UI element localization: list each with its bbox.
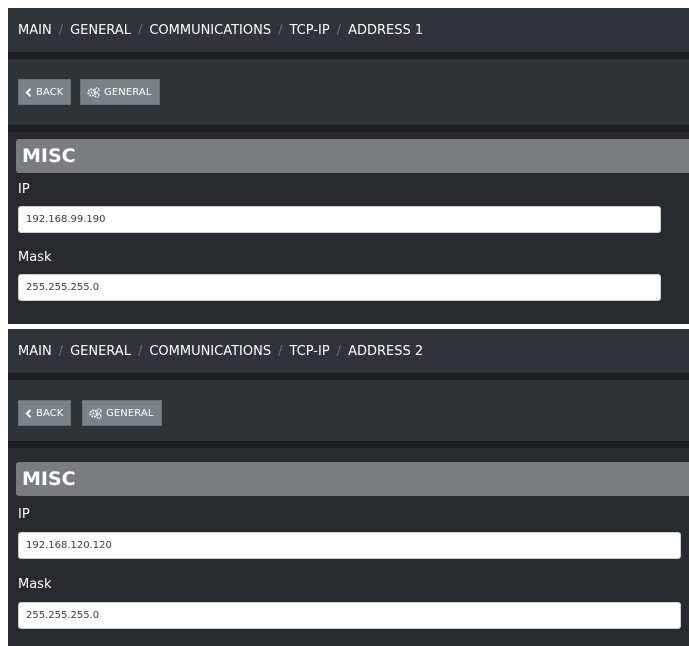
toolbar: BACK GENERAL bbox=[8, 59, 689, 125]
mask-label: Mask bbox=[18, 250, 52, 265]
divider bbox=[8, 373, 689, 380]
breadcrumb-tcp-ip[interactable]: TCP-IP bbox=[289, 23, 329, 38]
breadcrumb-separator: / bbox=[58, 343, 64, 359]
cogs-icon bbox=[89, 407, 102, 419]
breadcrumb-separator: / bbox=[137, 22, 143, 38]
divider bbox=[8, 125, 689, 132]
breadcrumb-separator: / bbox=[336, 343, 342, 359]
ip-label: IP bbox=[18, 507, 30, 522]
mask-input[interactable] bbox=[18, 274, 661, 301]
breadcrumb-current: ADDRESS 1 bbox=[348, 22, 424, 38]
chevron-left-icon bbox=[25, 408, 32, 418]
ip-input[interactable] bbox=[18, 532, 681, 559]
cogs-icon bbox=[87, 86, 100, 98]
back-button-label: BACK bbox=[36, 86, 64, 98]
breadcrumb-main[interactable]: MAIN bbox=[18, 23, 52, 38]
section-header-misc: MISC bbox=[16, 139, 689, 173]
breadcrumb-communications[interactable]: COMMUNICATIONS bbox=[149, 23, 271, 38]
breadcrumb: MAIN / GENERAL / COMMUNICATIONS / TCP-IP… bbox=[8, 329, 689, 373]
back-button[interactable]: BACK bbox=[18, 400, 72, 426]
breadcrumb-separator: / bbox=[278, 22, 283, 38]
mask-input[interactable] bbox=[18, 602, 681, 629]
back-button[interactable]: BACK bbox=[18, 79, 72, 105]
breadcrumb-tcp-ip[interactable]: TCP-IP bbox=[289, 344, 329, 359]
general-button[interactable]: GENERAL bbox=[80, 79, 160, 105]
divider bbox=[8, 441, 689, 448]
section-header-misc: MISC bbox=[16, 462, 689, 496]
general-button-label: GENERAL bbox=[106, 407, 154, 419]
general-button-label: GENERAL bbox=[104, 86, 152, 98]
breadcrumb-general[interactable]: GENERAL bbox=[70, 344, 131, 359]
breadcrumb-general[interactable]: GENERAL bbox=[70, 23, 131, 38]
breadcrumb-main[interactable]: MAIN bbox=[18, 344, 52, 359]
breadcrumb-separator: / bbox=[278, 343, 283, 359]
mask-label: Mask bbox=[18, 577, 52, 592]
breadcrumb-communications[interactable]: COMMUNICATIONS bbox=[149, 344, 271, 359]
address-2-panel: MAIN / GENERAL / COMMUNICATIONS / TCP-IP… bbox=[8, 329, 689, 646]
general-button[interactable]: GENERAL bbox=[82, 400, 162, 426]
breadcrumb-separator: / bbox=[58, 22, 64, 38]
chevron-left-icon bbox=[25, 87, 32, 97]
divider bbox=[8, 52, 689, 59]
breadcrumb: MAIN / GENERAL / COMMUNICATIONS / TCP-IP… bbox=[8, 8, 689, 52]
breadcrumb-current: ADDRESS 2 bbox=[348, 343, 424, 359]
back-button-label: BACK bbox=[36, 407, 64, 419]
ip-label: IP bbox=[18, 182, 30, 197]
ip-input[interactable] bbox=[18, 206, 661, 233]
address-1-panel: MAIN / GENERAL / COMMUNICATIONS / TCP-IP… bbox=[8, 8, 689, 324]
toolbar: BACK GENERAL bbox=[8, 380, 689, 446]
breadcrumb-separator: / bbox=[336, 22, 342, 38]
breadcrumb-separator: / bbox=[137, 343, 143, 359]
